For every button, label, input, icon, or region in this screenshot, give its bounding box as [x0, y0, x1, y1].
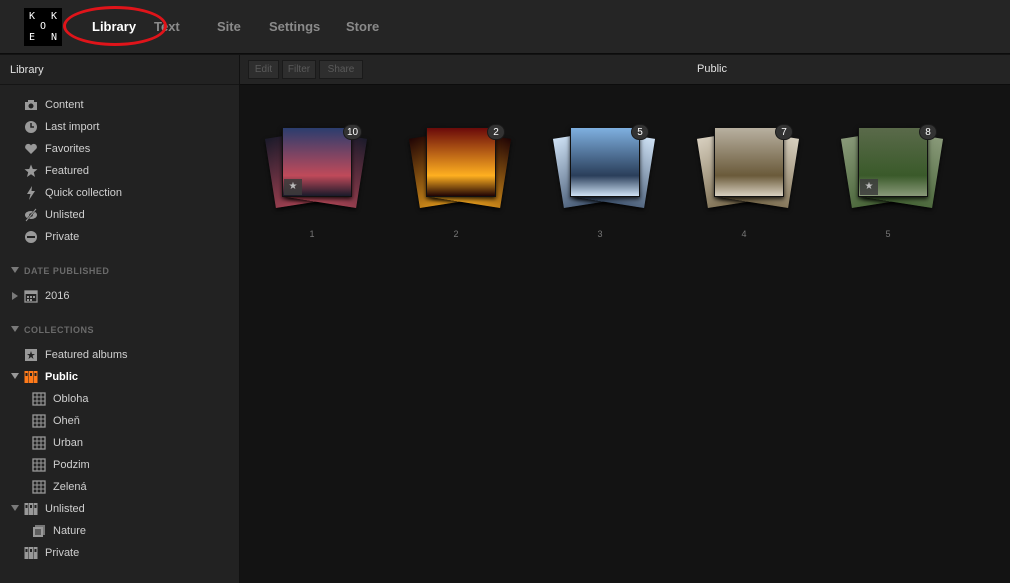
sidebar-item-label: Urban — [53, 437, 83, 449]
sidebar-item-public[interactable]: Public — [0, 368, 239, 386]
sidebar-item-obloha[interactable]: Obloha — [0, 390, 239, 408]
sidebar-item-favorites[interactable]: Favorites — [0, 140, 239, 158]
album-tile[interactable]: 10 ★ 1 — [262, 124, 368, 239]
album-tile[interactable]: 74 — [694, 124, 800, 239]
koken-logo[interactable]: K K O E N — [24, 8, 62, 46]
album-cover-photo — [426, 127, 496, 197]
sidebar-item-label: Unlisted — [45, 209, 85, 221]
grid-icon — [32, 392, 46, 406]
sidebar-item-label: 2016 — [45, 290, 70, 302]
sidebar-item-label: Quick collection — [45, 187, 123, 199]
logo-letter: K — [29, 11, 36, 22]
camera-icon — [25, 100, 37, 110]
sidebar-item-label: Private — [45, 231, 80, 243]
sidebar-item-label: Featured albums — [45, 349, 128, 361]
section-date-published[interactable]: DATE PUBLISHED — [0, 263, 239, 279]
sidebar-item-private-set[interactable]: Private — [0, 544, 239, 562]
sidebar-item-label: Content — [45, 99, 84, 111]
sets-icon — [24, 503, 38, 515]
album-cover-photo — [714, 127, 784, 197]
sidebar-item-last-import[interactable]: Last import — [0, 118, 239, 136]
sidebar-item-label: Favorites — [45, 143, 91, 155]
album-label: 2 — [453, 229, 459, 239]
album-stack-icon — [33, 525, 45, 537]
eye-slash-icon — [25, 208, 37, 222]
sets-icon — [24, 547, 38, 559]
album-tile[interactable]: 22 — [406, 124, 512, 239]
clock-icon — [25, 121, 37, 133]
nav-store[interactable]: Store — [346, 0, 379, 54]
album-label: 4 — [741, 229, 747, 239]
sidebar-item-featured-albums[interactable]: Featured albums — [0, 346, 239, 364]
album-label: 1 — [309, 229, 315, 239]
nav-site[interactable]: Site — [217, 0, 241, 54]
logo-letter: N — [51, 32, 58, 43]
photo-count-badge: 8 — [919, 124, 937, 140]
heart-icon — [25, 143, 37, 154]
album-label: 5 — [885, 229, 891, 239]
sidebar-item-label: Unlisted — [45, 503, 85, 515]
album-cover-photo — [570, 127, 640, 197]
sidebar-item-featured[interactable]: Featured — [0, 162, 239, 180]
sidebar-item-unlisted[interactable]: Unlisted — [0, 206, 239, 224]
expand-triangle-icon[interactable] — [12, 292, 18, 300]
nav-library[interactable]: Library — [92, 0, 136, 54]
star-album-icon — [25, 349, 37, 361]
sidebar-item-label: Public — [45, 371, 79, 383]
nav-settings[interactable]: Settings — [269, 0, 320, 54]
collapse-triangle-icon — [11, 267, 19, 273]
photo-count-badge: 10 — [343, 124, 363, 140]
logo-letter: O — [40, 21, 47, 32]
nav-text[interactable]: Text — [154, 0, 180, 54]
top-navigation-bar: K K O E N Library Text Site Settings Sto… — [0, 0, 1010, 54]
grid-icon — [32, 414, 46, 428]
album-label: 3 — [597, 229, 603, 239]
library-sidebar: Library Content Last import Favorites Fe… — [0, 55, 240, 583]
collapse-triangle-icon[interactable] — [11, 505, 19, 511]
sidebar-title: Library — [10, 64, 44, 76]
sidebar-item-2016[interactable]: 2016 — [0, 287, 239, 305]
content-toolbar: Edit Filter Share Public — [240, 55, 1010, 85]
sidebar-item-content[interactable]: Content — [0, 96, 239, 114]
featured-star-icon[interactable]: ★ — [284, 179, 302, 195]
sidebar-item-quick-collection[interactable]: Quick collection — [0, 184, 239, 202]
album-tile[interactable]: 8 ★ 5 — [838, 124, 944, 239]
sidebar-item-label: Private — [45, 547, 80, 559]
album-tile[interactable]: 53 — [550, 124, 656, 239]
sidebar-item-label: Obloha — [53, 393, 89, 405]
sidebar-item-label: Zelená — [53, 481, 87, 493]
collapse-triangle-icon — [11, 326, 19, 332]
logo-letter: E — [29, 32, 36, 43]
photo-count-badge: 2 — [487, 124, 505, 140]
sidebar-item-label: Podzim — [53, 459, 90, 471]
sidebar-item-label: Featured — [45, 165, 90, 177]
sets-orange-icon — [24, 371, 38, 383]
main-content: Edit Filter Share Public 10 ★ 1 2 2 5 3 7 4 8 ★ 5 — [240, 55, 1010, 583]
sidebar-item-unlisted-set[interactable]: Unlisted — [0, 500, 239, 518]
star-icon — [24, 164, 38, 177]
sidebar-item-label: Last import — [45, 121, 100, 133]
sidebar-item-ohen[interactable]: Oheň — [0, 412, 239, 430]
sidebar-item-zelena[interactable]: Zelená — [0, 478, 239, 496]
sidebar-item-label: Oheň — [53, 415, 80, 427]
grid-icon — [32, 458, 46, 472]
featured-star-icon[interactable]: ★ — [860, 179, 878, 195]
photo-count-badge: 7 — [775, 124, 793, 140]
photo-count-badge: 5 — [631, 124, 649, 140]
collapse-triangle-icon[interactable] — [11, 373, 19, 379]
sidebar-item-nature[interactable]: Nature — [0, 522, 239, 540]
sidebar-item-urban[interactable]: Urban — [0, 434, 239, 452]
sidebar-item-podzim[interactable]: Podzim — [0, 456, 239, 474]
divider — [0, 84, 239, 85]
calendar-icon — [24, 290, 38, 303]
minus-circle-icon — [25, 231, 37, 243]
section-collections[interactable]: COLLECTIONS — [0, 322, 239, 338]
sidebar-item-label: Nature — [53, 525, 87, 537]
grid-icon — [32, 436, 46, 450]
collection-title: Public — [697, 63, 727, 75]
sidebar-item-private[interactable]: Private — [0, 228, 239, 246]
grid-icon — [32, 480, 46, 494]
lightning-icon — [27, 186, 35, 200]
logo-letter: K — [51, 11, 58, 22]
